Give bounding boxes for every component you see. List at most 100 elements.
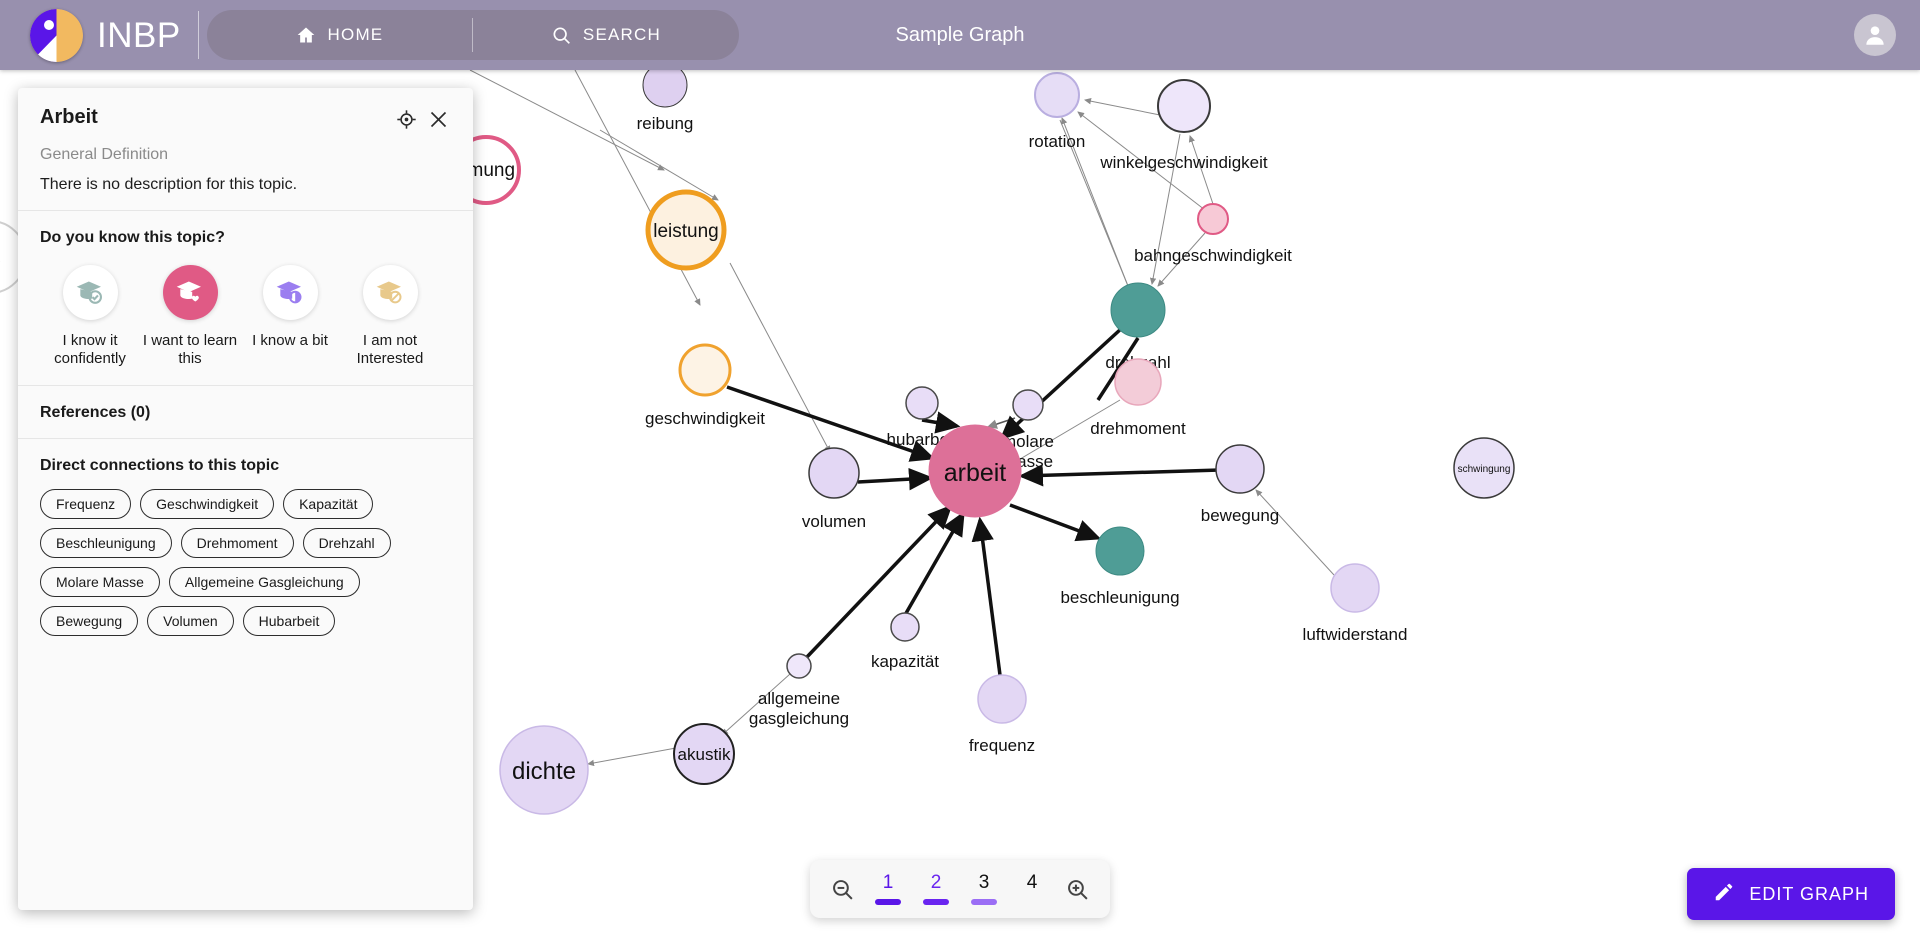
graph-node-kapazitaet[interactable]: kapazität bbox=[871, 612, 939, 671]
nav-item-home-label: HOME bbox=[327, 25, 384, 44]
graph-edge bbox=[1255, 489, 1335, 576]
pencil-icon bbox=[1713, 881, 1735, 908]
target-icon[interactable] bbox=[393, 106, 419, 132]
edit-graph-button[interactable]: EDIT GRAPH bbox=[1687, 868, 1895, 920]
nav-item-search[interactable]: SEARCH bbox=[473, 10, 739, 60]
panel-header-section: Arbeit General Definition There is no de… bbox=[18, 88, 473, 211]
user-avatar-icon[interactable] bbox=[1854, 14, 1896, 56]
graph-edge bbox=[986, 417, 1016, 429]
node-circle[interactable] bbox=[642, 70, 688, 108]
connection-chip[interactable]: Geschwindigkeit bbox=[140, 488, 275, 519]
zoom-out-icon[interactable] bbox=[830, 877, 855, 902]
node-circle[interactable] bbox=[1095, 526, 1145, 576]
topic-description: There is no description for this topic. bbox=[40, 176, 298, 193]
inbp-logo-icon bbox=[30, 8, 83, 62]
connection-chip[interactable]: Molare Masse bbox=[40, 566, 160, 597]
knowledge-level-section: Do you know this topic? I know it confid… bbox=[18, 211, 473, 386]
close-icon[interactable] bbox=[425, 106, 451, 132]
graduation-cap-blocked-icon[interactable] bbox=[362, 265, 418, 320]
zoom-level-2[interactable]: 2 bbox=[917, 873, 955, 905]
graph-node-geschwindigkeit[interactable]: geschwindigkeit bbox=[645, 343, 765, 428]
graph-node-winkelgeschwindigkeit[interactable]: winkelgeschwindigkeit bbox=[1099, 79, 1268, 172]
references-section: References (0) bbox=[18, 386, 473, 439]
graph-node-leistung[interactable]: leistung bbox=[645, 189, 727, 271]
knowledge-option-3[interactable]: I am not Interested bbox=[340, 265, 440, 369]
definition-section-label: General Definition bbox=[40, 146, 169, 163]
graph-edge bbox=[903, 510, 965, 616]
knowledge-option-2[interactable]: I know a bit bbox=[240, 265, 340, 369]
connection-chip[interactable]: Beschleunigung bbox=[40, 527, 172, 558]
node-circle[interactable] bbox=[905, 386, 939, 420]
knowledge-question: Do you know this topic? bbox=[40, 229, 225, 246]
node-circle[interactable] bbox=[1110, 282, 1166, 338]
connection-chip[interactable]: Allgemeine Gasgleichung bbox=[168, 566, 360, 597]
zoom-level-number: 3 bbox=[978, 872, 990, 893]
nav-item-home[interactable]: HOME bbox=[207, 10, 473, 60]
graph-node-schwingung[interactable]: schwingung bbox=[1453, 437, 1515, 499]
graph-node-bewegung[interactable]: bewegung bbox=[1201, 444, 1279, 525]
node-circle[interactable] bbox=[1114, 358, 1162, 406]
node-circle[interactable] bbox=[786, 653, 812, 679]
graduation-cap-heart-icon[interactable] bbox=[162, 265, 218, 320]
node-label: bahngeschwindigkeit bbox=[1134, 246, 1292, 265]
zoom-level-4[interactable]: 4 bbox=[1013, 873, 1051, 905]
node-circle[interactable] bbox=[1012, 389, 1044, 421]
graph-node-volumen[interactable]: volumen bbox=[802, 447, 866, 531]
node-label: dichte bbox=[512, 758, 576, 785]
zoom-level-1[interactable]: 1 bbox=[869, 873, 907, 905]
node-circle[interactable] bbox=[808, 447, 860, 499]
graduation-cap-check-icon[interactable] bbox=[62, 265, 118, 320]
node-circle[interactable] bbox=[890, 612, 920, 642]
graph-node-reibung[interactable]: reibung bbox=[637, 70, 694, 133]
graph-node-rotation[interactable]: rotation bbox=[1029, 72, 1086, 151]
graph-edge bbox=[587, 747, 677, 767]
brand-name: INBP bbox=[97, 15, 181, 55]
knowledge-option-label: I am not Interested bbox=[356, 332, 424, 368]
node-circle[interactable] bbox=[1157, 79, 1211, 133]
knowledge-option-1[interactable]: I want to learn this bbox=[140, 265, 240, 369]
node-label: reibung bbox=[637, 114, 694, 133]
node-label: winkelgeschwindigkeit bbox=[1099, 153, 1268, 172]
node-circle[interactable] bbox=[678, 343, 732, 397]
connection-chip[interactable]: Kapazität bbox=[283, 488, 374, 519]
node-label: kapazität bbox=[871, 652, 939, 671]
node-label: beschleunigung bbox=[1060, 588, 1179, 607]
graph-edge bbox=[1084, 98, 1161, 116]
graph-node-dichte[interactable]: dichte bbox=[499, 725, 589, 815]
brand[interactable]: INBP bbox=[0, 0, 181, 70]
graph-edge bbox=[599, 129, 719, 201]
zoom-in-icon[interactable] bbox=[1065, 877, 1090, 902]
node-label: allgemeine bbox=[758, 689, 840, 708]
connection-chip[interactable]: Hubarbeit bbox=[242, 605, 336, 636]
nav-item-search-label: SEARCH bbox=[582, 25, 661, 44]
zoom-level-3[interactable]: 3 bbox=[965, 873, 1003, 905]
node-circle[interactable] bbox=[1034, 72, 1080, 118]
knowledge-option-0[interactable]: I know it confidently bbox=[40, 265, 140, 369]
node-label: ic bbox=[0, 240, 1, 273]
connection-chip[interactable]: Bewegung bbox=[40, 605, 139, 636]
graph-node-frequenz[interactable]: frequenz bbox=[969, 674, 1035, 755]
graph-node-arbeit[interactable]: arbeit bbox=[928, 424, 1022, 518]
node-circle[interactable] bbox=[1197, 203, 1229, 235]
zoom-level-indicator bbox=[971, 899, 997, 905]
graph-edge bbox=[921, 411, 961, 434]
graph-node-luftwiderstand[interactable]: luftwiderstand bbox=[1303, 563, 1408, 644]
graph-node-akustik[interactable]: akustik bbox=[673, 723, 735, 785]
node-circle[interactable] bbox=[1215, 444, 1265, 494]
graph-node-beschleunigung[interactable]: beschleunigung bbox=[1060, 526, 1180, 607]
connection-chip[interactable]: Volumen bbox=[147, 605, 234, 636]
zoom-level-indicator bbox=[923, 899, 949, 905]
graduation-cap-half-icon[interactable] bbox=[262, 265, 318, 320]
connection-chip[interactable]: Drehmoment bbox=[180, 527, 294, 558]
brand-divider bbox=[197, 11, 199, 59]
graph-node-gasgleichung[interactable]: allgemeinegasgleichung bbox=[749, 653, 849, 728]
node-label: rotation bbox=[1029, 132, 1086, 151]
topic-detail-panel: Arbeit General Definition There is no de… bbox=[18, 88, 473, 910]
node-circle[interactable] bbox=[977, 674, 1027, 724]
node-label-line2: gasgleichung bbox=[749, 709, 849, 728]
knowledge-option-label: I want to learn this bbox=[142, 332, 238, 368]
node-circle[interactable] bbox=[1330, 563, 1380, 613]
graph-node-bahngeschwindigkeit[interactable]: bahngeschwindigkeit bbox=[1134, 203, 1292, 265]
connection-chip[interactable]: Frequenz bbox=[40, 488, 132, 519]
connection-chip[interactable]: Drehzahl bbox=[302, 527, 391, 558]
